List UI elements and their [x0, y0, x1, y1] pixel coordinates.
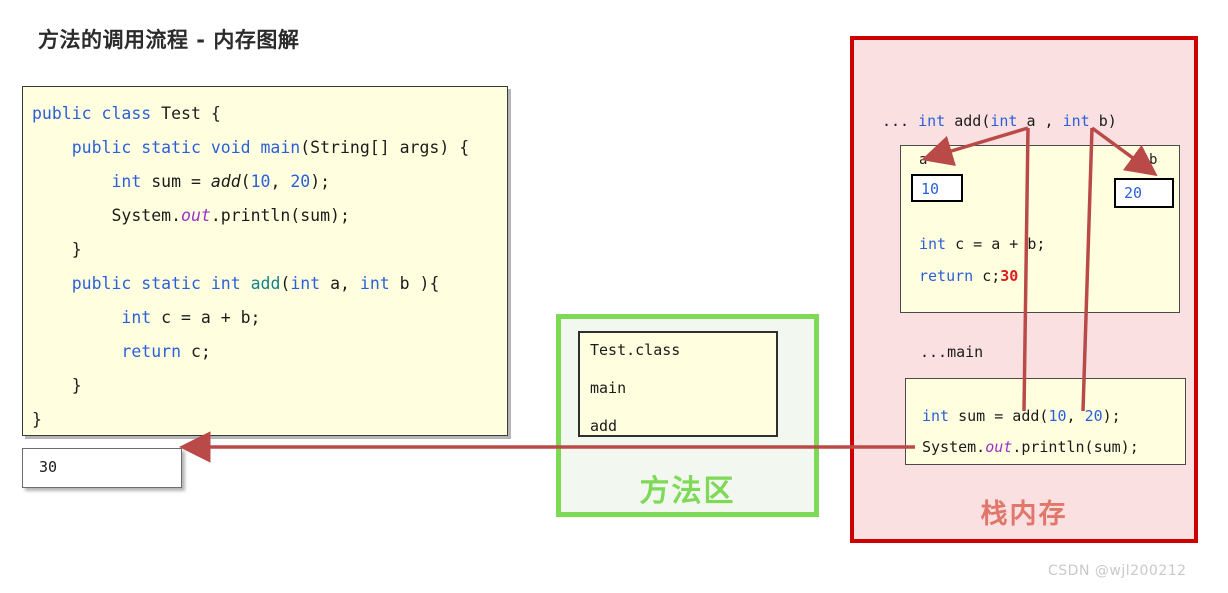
- param-a-label: a: [919, 152, 928, 168]
- main-frame-line-1: int sum = add(10, 20);: [922, 407, 1121, 425]
- add-frame-header: ... int add(int a , int b): [882, 112, 1117, 130]
- main-frame-header: ...main: [920, 343, 984, 361]
- method-area-label: 方法区: [639, 474, 736, 509]
- console-output-box: 30: [22, 448, 182, 488]
- method-entry-class: Test.class: [590, 341, 681, 359]
- param-b-label: b: [1149, 152, 1158, 168]
- source-code-text: public class Test { public static void m…: [32, 104, 470, 429]
- param-a-value-box: 10: [911, 174, 963, 202]
- method-entry-main: main: [590, 379, 627, 397]
- console-output-value: 30: [39, 458, 58, 476]
- method-area-class-box: Test.class main add: [578, 331, 778, 437]
- csdn-watermark: CSDN @wjl200212: [1048, 563, 1187, 579]
- stack-memory-label: 栈内存: [980, 499, 1068, 530]
- source-code-panel: public class Test { public static void m…: [22, 86, 508, 436]
- method-entry-add: add: [590, 417, 618, 435]
- add-frame-line-1: int c = a + b;: [919, 235, 1046, 253]
- main-frame-line-2: System.out.println(sum);: [922, 438, 1139, 456]
- main-stack-frame: int sum = add(10, 20); System.out.printl…: [905, 378, 1186, 465]
- add-return-value: 30: [1000, 267, 1019, 285]
- param-b-value: 20: [1124, 184, 1143, 202]
- add-stack-frame: a 10 b 20 int c = a + b; return c;30: [900, 145, 1180, 313]
- add-frame-line-2: return c;30: [919, 267, 1019, 285]
- page-title: 方法的调用流程 - 内存图解: [38, 28, 300, 52]
- param-b-value-box: 20: [1114, 178, 1174, 208]
- param-a-value: 10: [921, 180, 940, 198]
